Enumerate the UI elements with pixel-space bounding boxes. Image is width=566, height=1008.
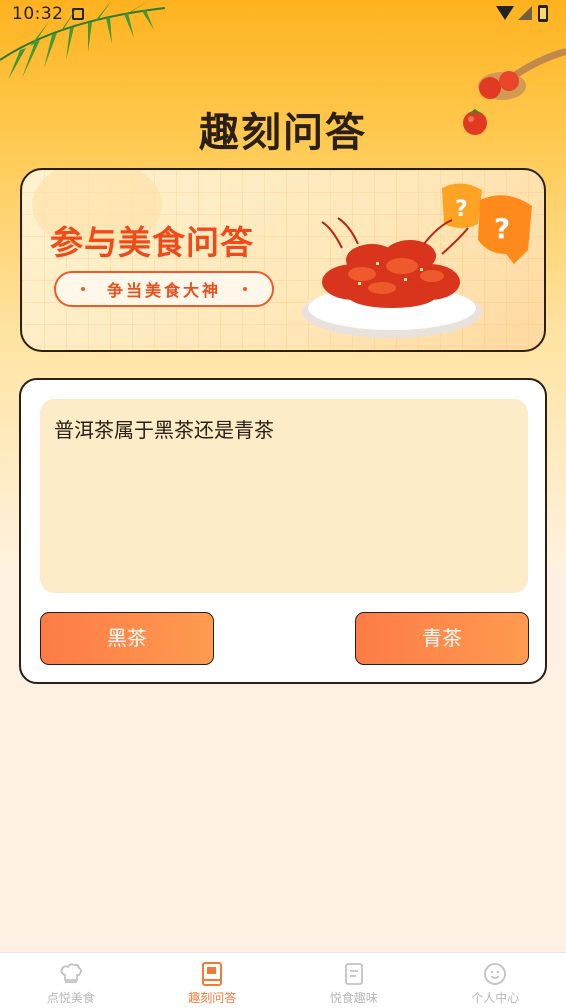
pill-dot-right xyxy=(243,287,247,291)
page-title: 趣刻问答 xyxy=(199,110,367,156)
quiz-card: 普洱茶属于黑茶还是青茶 黑茶 青茶 xyxy=(19,378,547,684)
answer-option-b-button[interactable]: 青茶 xyxy=(355,612,529,665)
tab-profile[interactable]: 个人中心 xyxy=(425,953,566,1008)
signal-icon xyxy=(518,6,532,20)
question-text: 普洱茶属于黑茶还是青茶 xyxy=(54,418,274,442)
answer-option-a-button[interactable]: 黑茶 xyxy=(40,612,214,665)
tab-label: 个人中心 xyxy=(471,991,520,1005)
banner-heading: 参与美食问答 xyxy=(50,223,254,262)
smiley-icon xyxy=(484,963,507,985)
tab-food[interactable]: 点悦美食 xyxy=(0,953,142,1008)
promo-banner[interactable]: 参与美食问答 争当美食大神 ? ? xyxy=(20,168,546,352)
svg-text:?: ? xyxy=(455,197,468,222)
pill-dot-left xyxy=(80,287,85,291)
chef-hat-icon xyxy=(60,963,82,983)
book-icon xyxy=(202,962,223,986)
tab-label: 点悦美食 xyxy=(46,991,95,1005)
battery-icon xyxy=(538,5,548,22)
crayfish-dish-icon: ? ? xyxy=(302,183,532,338)
question-box: 普洱茶属于黑茶还是青茶 xyxy=(40,399,528,593)
tab-label: 趣刻问答 xyxy=(188,991,237,1005)
tab-quiz[interactable]: 趣刻问答 xyxy=(142,953,284,1008)
bottom-tab-bar: 点悦美食 趣刻问答 悦食趣味 个人中心 xyxy=(0,952,566,1008)
note-icon xyxy=(344,963,363,985)
tab-fun[interactable]: 悦食趣味 xyxy=(283,953,425,1008)
tab-label: 悦食趣味 xyxy=(329,991,378,1005)
svg-text:?: ? xyxy=(494,212,510,245)
palm-leaf-icon xyxy=(0,0,166,80)
wifi-icon xyxy=(496,6,514,20)
banner-subtitle-pill: 争当美食大神 xyxy=(54,271,274,307)
banner-subtitle: 争当美食大神 xyxy=(106,281,221,300)
